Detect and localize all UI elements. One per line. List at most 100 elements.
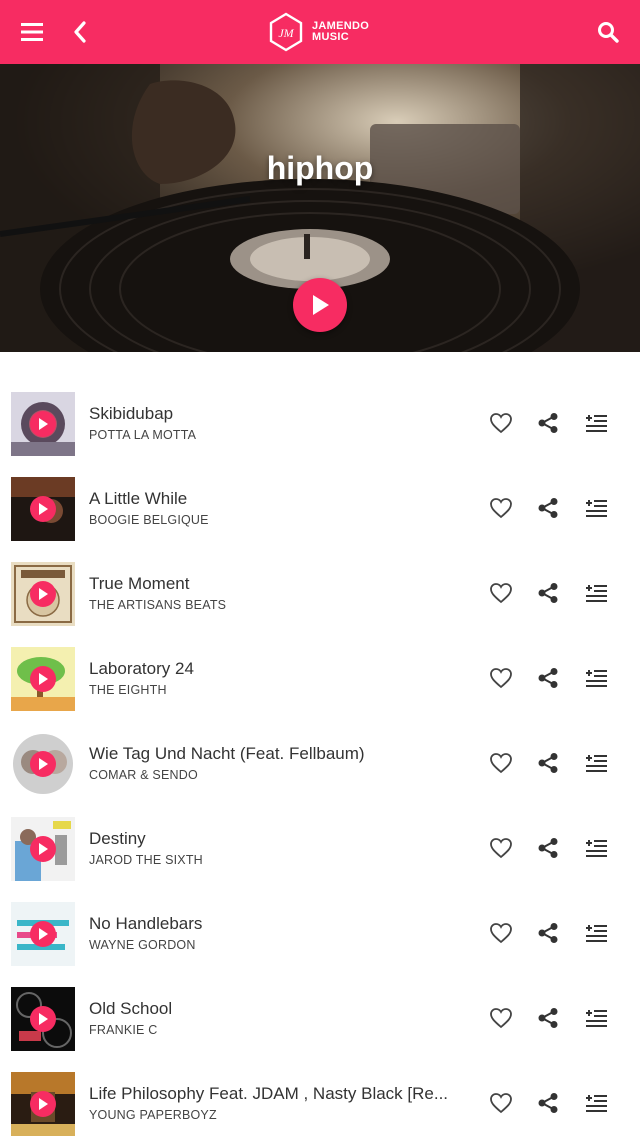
share-button[interactable] [535, 495, 561, 521]
menu-button[interactable] [14, 14, 50, 50]
add-to-queue-button[interactable] [583, 835, 609, 861]
heart-icon [490, 498, 512, 519]
add-to-queue-button[interactable] [583, 410, 609, 436]
share-button[interactable] [535, 750, 561, 776]
play-track-button[interactable] [30, 1006, 56, 1032]
like-button[interactable] [488, 835, 514, 861]
add-to-queue-button[interactable] [583, 665, 609, 691]
track-title[interactable]: Old School [89, 999, 453, 1019]
like-button[interactable] [488, 1005, 514, 1031]
heart-icon [490, 668, 512, 689]
play-icon [39, 1098, 48, 1110]
genre-title: hiphop [266, 150, 374, 186]
play-track-button[interactable] [30, 666, 56, 692]
like-button[interactable] [488, 750, 514, 776]
track-row[interactable]: Old School FRANKIE C [0, 947, 640, 1051]
track-row[interactable]: Life Philosophy Feat. JDAM , Nasty Black… [0, 1032, 640, 1136]
share-icon [538, 583, 558, 603]
play-icon [39, 1013, 48, 1025]
menu-icon [21, 23, 43, 41]
track-title[interactable]: True Moment [89, 574, 453, 594]
track-title[interactable]: Skibidubap [89, 404, 453, 424]
like-button[interactable] [488, 920, 514, 946]
like-button[interactable] [488, 495, 514, 521]
logo-text-line2: MUSIC [312, 31, 349, 43]
share-icon [538, 413, 558, 433]
track-artist[interactable]: YOUNG PAPERBOYZ [89, 1108, 217, 1122]
track-title[interactable]: A Little While [89, 489, 453, 509]
like-button[interactable] [488, 410, 514, 436]
share-button[interactable] [535, 1090, 561, 1116]
play-track-button[interactable] [30, 921, 56, 947]
play-track-button[interactable] [30, 411, 56, 437]
play-genre-button[interactable] [293, 278, 347, 332]
jamendo-logo-icon: JM [269, 12, 303, 52]
share-icon [538, 668, 558, 688]
back-button[interactable] [62, 14, 98, 50]
share-button[interactable] [535, 580, 561, 606]
share-button[interactable] [535, 665, 561, 691]
jamendo-logo[interactable]: JM JAMENDO MUSIC [268, 10, 369, 54]
playlist-add-icon [586, 670, 607, 687]
playlist-add-icon [586, 1010, 607, 1027]
playlist-add-icon [586, 755, 607, 772]
heart-icon [490, 413, 512, 434]
share-icon [538, 753, 558, 773]
play-track-button[interactable] [30, 581, 56, 607]
share-icon [538, 1093, 558, 1113]
top-app-bar: JM JAMENDO MUSIC [0, 0, 640, 64]
playlist-add-icon [586, 585, 607, 602]
play-icon [39, 928, 48, 940]
search-button[interactable] [590, 14, 626, 50]
play-icon [39, 673, 48, 685]
add-to-queue-button[interactable] [583, 495, 609, 521]
track-row[interactable]: No Handlebars WAYNE GORDON [0, 862, 640, 966]
heart-icon [490, 583, 512, 604]
svg-text:JM: JM [278, 26, 294, 40]
track-row[interactable]: Destiny JAROD THE SIXTH [0, 777, 640, 881]
share-button[interactable] [535, 920, 561, 946]
share-icon [538, 923, 558, 943]
like-button[interactable] [488, 665, 514, 691]
playlist-add-icon [586, 840, 607, 857]
track-row[interactable]: Laboratory 24 THE EIGHTH [0, 607, 640, 711]
add-to-queue-button[interactable] [583, 1090, 609, 1116]
track-row[interactable]: Skibidubap POTTA LA MOTTA [0, 352, 640, 456]
album-cover[interactable] [11, 1072, 75, 1136]
play-track-button[interactable] [30, 1091, 56, 1117]
playlist-add-icon [586, 925, 607, 942]
playlist-add-icon [586, 415, 607, 432]
play-icon [39, 588, 48, 600]
track-row[interactable]: A Little While BOOGIE BELGIQUE [0, 437, 640, 541]
share-icon [538, 838, 558, 858]
heart-icon [490, 838, 512, 859]
play-track-button[interactable] [30, 751, 56, 777]
track-title[interactable]: Destiny [89, 829, 453, 849]
heart-icon [490, 753, 512, 774]
play-icon [313, 295, 329, 315]
add-to-queue-button[interactable] [583, 750, 609, 776]
share-button[interactable] [535, 1005, 561, 1031]
track-row[interactable]: True Moment THE ARTISANS BEATS [0, 522, 640, 626]
track-title[interactable]: Laboratory 24 [89, 659, 453, 679]
search-icon [598, 22, 619, 43]
like-button[interactable] [488, 1090, 514, 1116]
add-to-queue-button[interactable] [583, 1005, 609, 1031]
share-icon [538, 498, 558, 518]
play-track-button[interactable] [30, 496, 56, 522]
add-to-queue-button[interactable] [583, 580, 609, 606]
share-button[interactable] [535, 835, 561, 861]
track-row[interactable]: Wie Tag Und Nacht (Feat. Fellbaum) COMAR… [0, 692, 640, 796]
play-track-button[interactable] [30, 836, 56, 862]
play-icon [39, 843, 48, 855]
back-icon [74, 21, 86, 43]
track-title[interactable]: No Handlebars [89, 914, 453, 934]
share-button[interactable] [535, 410, 561, 436]
playlist-add-icon [586, 500, 607, 517]
add-to-queue-button[interactable] [583, 920, 609, 946]
track-title[interactable]: Life Philosophy Feat. JDAM , Nasty Black… [89, 1084, 453, 1104]
genre-hero-banner: hiphop [0, 64, 640, 352]
share-icon [538, 1008, 558, 1028]
like-button[interactable] [488, 580, 514, 606]
track-title[interactable]: Wie Tag Und Nacht (Feat. Fellbaum) [89, 744, 453, 764]
